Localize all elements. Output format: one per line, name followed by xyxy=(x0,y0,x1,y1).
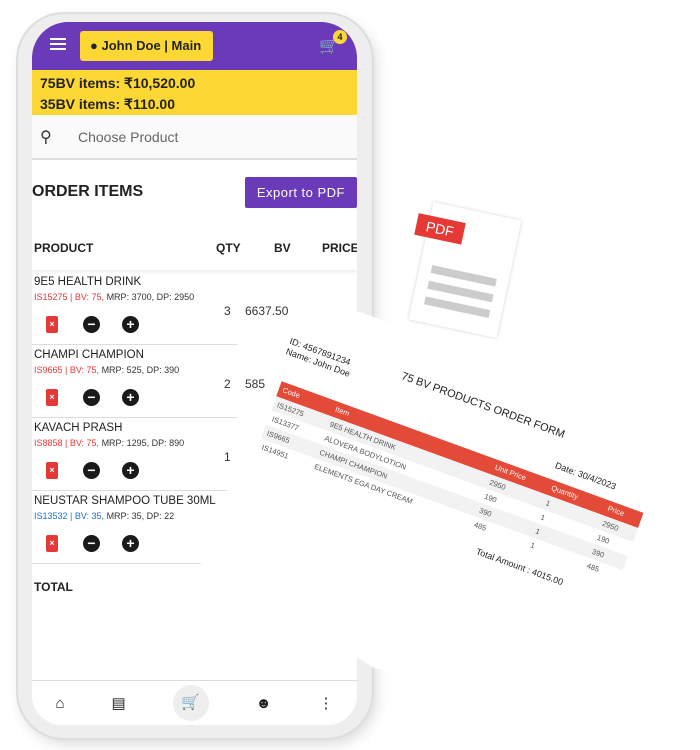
col-bv: BV xyxy=(274,241,291,255)
user-chip[interactable]: ● John Doe | Main xyxy=(80,31,214,61)
table-row: KAVACH PRASH IS8858 | BV: 75, MRP: 1295,… xyxy=(32,418,237,491)
plus-icon[interactable]: + xyxy=(122,535,139,552)
table-row: 9E5 HEALTH DRINK IS15275 | BV: 75, MRP: … xyxy=(32,272,288,345)
export-pdf-button[interactable]: Export to PDF xyxy=(244,176,357,208)
people-icon[interactable]: ☻ xyxy=(256,695,272,712)
delete-icon[interactable]: × xyxy=(46,389,58,406)
product-name: CHAMPI CHAMPION xyxy=(34,349,144,361)
col-product: PRODUCT xyxy=(34,241,94,255)
product-meta: IS8858 | BV: 75, MRP: 1295, DP: 890 xyxy=(34,438,185,448)
top-bar: ● John Doe | Main 🛒 4 xyxy=(32,22,357,70)
qty-value: 2 xyxy=(224,377,231,391)
section-title: ORDER ITEMS xyxy=(32,183,144,200)
user-label: John Doe | Main xyxy=(101,38,202,53)
product-meta: IS13532 | BV: 35, MRP: 35, DP: 22 xyxy=(34,511,175,521)
search-input[interactable]: Choose Product xyxy=(78,129,178,145)
product-name: 9E5 HEALTH DRINK xyxy=(34,276,142,288)
qty-value: 1 xyxy=(224,450,231,464)
table-header: PRODUCT QTY BV PRICE xyxy=(32,226,357,270)
col-price: PRICE xyxy=(322,241,357,255)
product-meta: IS9665 | BV: 75, MRP: 525, DP: 390 xyxy=(34,365,180,375)
minus-icon[interactable]: − xyxy=(83,316,100,333)
search-icon: ⚲ xyxy=(40,128,52,146)
delete-icon[interactable]: × xyxy=(46,316,58,333)
product-search[interactable]: ⚲ Choose Product xyxy=(32,115,357,160)
bv-value: 6637.50 xyxy=(245,304,289,318)
doc-title: 75 BV PRODUCTS ORDER FORM xyxy=(399,370,567,441)
product-meta: IS15275 | BV: 75, MRP: 3700, DP: 2950 xyxy=(34,292,195,302)
plus-icon[interactable]: + xyxy=(122,316,139,333)
menu-icon[interactable] xyxy=(50,38,66,50)
delete-icon[interactable]: × xyxy=(46,535,58,552)
product-name: KAVACH PRASH xyxy=(34,422,123,434)
qty-value: 3 xyxy=(224,304,231,318)
bv-summary: 75BV items: ₹10,520.00 35BV items: ₹110.… xyxy=(32,70,357,115)
pdf-file-icon: PDF xyxy=(408,201,522,339)
plus-icon[interactable]: + xyxy=(122,389,139,406)
cart-icon[interactable]: 🛒 xyxy=(172,685,209,721)
minus-icon[interactable]: − xyxy=(83,535,100,552)
col-qty: QTY xyxy=(216,241,241,255)
plus-icon[interactable]: + xyxy=(122,462,139,479)
table-row: CHAMPI CHAMPION IS9665 | BV: 75, MRP: 52… xyxy=(32,345,268,418)
list-icon[interactable]: ▤ xyxy=(112,694,126,712)
minus-icon[interactable]: − xyxy=(83,462,100,479)
minus-icon[interactable]: − xyxy=(83,389,100,406)
bv75-total: 75BV items: ₹10,520.00 xyxy=(40,75,196,91)
pdf-label: PDF xyxy=(414,213,466,245)
more-icon[interactable]: ⋮ xyxy=(318,694,333,712)
bv35-total: 35BV items: ₹110.00 xyxy=(40,96,175,112)
home-icon[interactable]: ⌂ xyxy=(55,695,64,712)
cart-badge: 4 xyxy=(333,30,347,44)
doc-table-row: IS13377 ALOVERA BODYLOTION 190 1 190 xyxy=(266,410,633,556)
product-name: NEUSTAR SHAMPOO TUBE 30ML xyxy=(34,495,216,507)
delete-icon[interactable]: × xyxy=(46,462,58,479)
person-icon: ● xyxy=(90,38,102,53)
bottom-nav: ⌂ ▤ 🛒 ☻ ⋮ xyxy=(32,680,357,725)
